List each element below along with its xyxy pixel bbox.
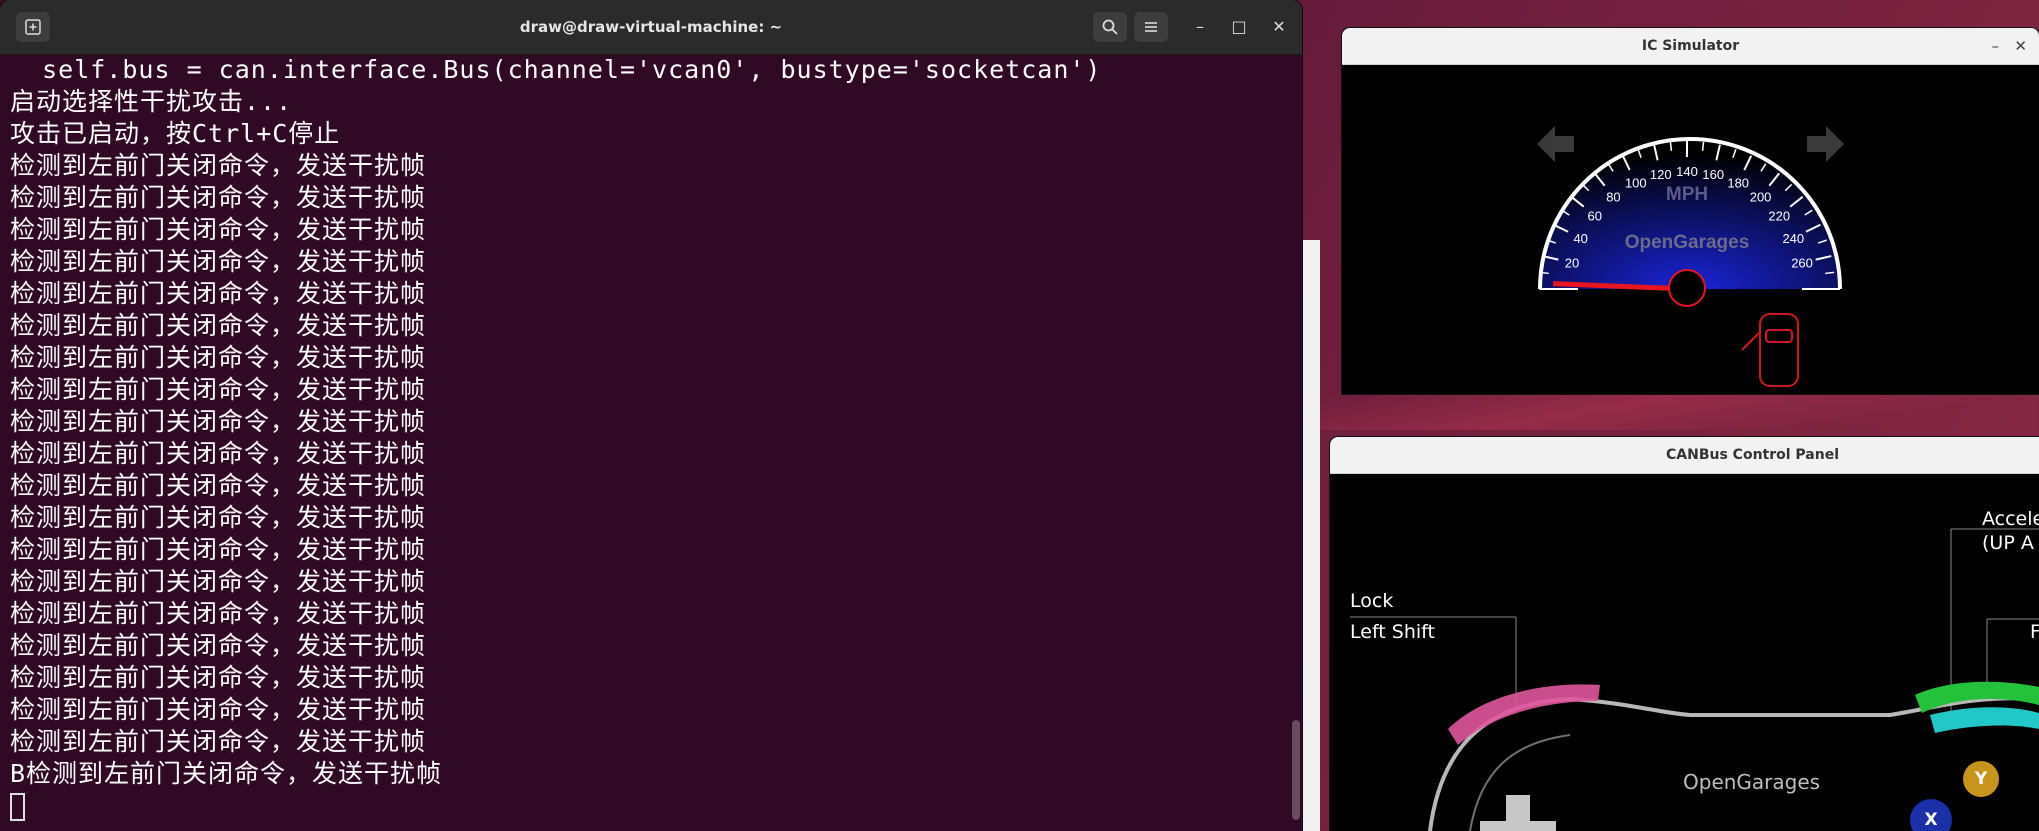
canbus-control-panel-window[interactable]: CANBus Control Panel Lock Left Shift Acc… xyxy=(1330,437,2039,831)
speed-tick-label: 60 xyxy=(1588,208,1602,223)
y-button-label: Y xyxy=(1974,769,1988,789)
terminal-line: 检测到左前门关闭命令，发送干扰帧 xyxy=(10,247,427,276)
terminal-output[interactable]: self.bus = can.interface.Bus(channel='vc… xyxy=(10,54,1288,831)
search-icon xyxy=(1102,19,1118,35)
minimize-icon: – xyxy=(1196,17,1204,36)
terminal-line: 检测到左前门关闭命令，发送干扰帧 xyxy=(10,471,427,500)
terminal-titlebar[interactable]: draw@draw-virtual-machine: ~ – □ ✕ xyxy=(0,0,1302,55)
menu-button[interactable] xyxy=(1134,12,1168,42)
right-turn-signal-icon xyxy=(1807,126,1844,162)
terminal-line: 检测到左前门关闭命令，发送干扰帧 xyxy=(10,439,427,468)
speed-tick-label: 120 xyxy=(1650,167,1672,182)
maximize-button[interactable]: □ xyxy=(1222,12,1256,42)
terminal-line: 检测到左前门关闭命令，发送干扰帧 xyxy=(10,279,427,308)
maximize-icon: □ xyxy=(1231,17,1247,36)
speed-tick xyxy=(1539,271,1549,275)
terminal-line: self.bus = can.interface.Bus(channel='vc… xyxy=(10,55,1102,84)
lock-label: Lock xyxy=(1350,590,1394,612)
terminal-line: 检测到左前门关闭命令，发送干扰帧 xyxy=(10,695,427,724)
ic-close-button[interactable]: ✕ xyxy=(2014,28,2027,64)
terminal-line: 检测到左前门关闭命令，发送干扰帧 xyxy=(10,407,427,436)
can-brand-label: OpenGarages xyxy=(1683,770,1821,794)
speed-tick-label: 180 xyxy=(1727,176,1749,191)
x-button-label: X xyxy=(1924,810,1938,830)
right-partial-label: F xyxy=(2030,621,2039,643)
terminal-line: 启动选择性干扰攻击... xyxy=(10,87,293,116)
close-icon: ✕ xyxy=(1272,17,1286,36)
terminal-prompt[interactable] xyxy=(10,790,1288,822)
can-title: CANBus Control Panel xyxy=(1666,447,1840,463)
speed-tick-label: 160 xyxy=(1702,167,1724,182)
needle-hub xyxy=(1668,269,1706,307)
speed-tick xyxy=(1701,141,1705,151)
speed-tick-label: 80 xyxy=(1606,190,1620,205)
y-button[interactable]: Y xyxy=(1963,761,1999,797)
terminal-line: 检测到左前门关闭命令，发送干扰帧 xyxy=(10,503,427,532)
terminal-line: 检测到左前门关闭命令，发送干扰帧 xyxy=(10,215,427,244)
ic-title: IC Simulator xyxy=(1641,38,1740,54)
dpad-icon xyxy=(1480,795,1556,831)
terminal-window[interactable]: draw@draw-virtual-machine: ~ – □ ✕ self.… xyxy=(0,0,1302,831)
speed-tick xyxy=(1825,271,1835,275)
terminal-line: 检测到左前门关闭命令，发送干扰帧 xyxy=(10,375,427,404)
terminal-line: 攻击已启动，按Ctrl+C停止 xyxy=(10,119,341,148)
speed-tick-label: 100 xyxy=(1625,176,1647,191)
terminal-line: 检测到左前门关闭命令，发送干扰帧 xyxy=(10,343,427,372)
accelerate-label: Accele xyxy=(1982,508,2039,530)
speed-tick-label: 240 xyxy=(1782,231,1804,246)
ic-simulator-window[interactable]: IC Simulator – ✕ 20 40 60 80 100 120 140 160 180… xyxy=(1342,28,2039,394)
search-button[interactable] xyxy=(1093,12,1127,42)
speed-tick-label: 220 xyxy=(1768,208,1790,223)
speed-tick-label: 140 xyxy=(1676,164,1698,179)
terminal-line: 检测到左前门关闭命令，发送干扰帧 xyxy=(10,151,427,180)
terminal-line: 检测到左前门关闭命令，发送干扰帧 xyxy=(10,631,427,660)
close-button[interactable]: ✕ xyxy=(1262,12,1296,42)
ic-brand-label: OpenGarages xyxy=(1625,232,1750,253)
terminal-scrollbar[interactable] xyxy=(1292,720,1300,820)
speed-tick-label: 20 xyxy=(1565,256,1579,271)
left-turn-signal-icon xyxy=(1537,126,1574,162)
terminal-line: 检测到左前门关闭命令，发送干扰帧 xyxy=(10,663,427,692)
terminal-line: 检测到左前门关闭命令，发送干扰帧 xyxy=(10,183,427,212)
terminal-line: 检测到左前门关闭命令，发送干扰帧 xyxy=(10,535,427,564)
terminal-line: B检测到左前门关闭命令，发送干扰帧 xyxy=(10,759,443,788)
speed-tick-label: 40 xyxy=(1573,231,1587,246)
ic-titlebar[interactable]: IC Simulator – ✕ xyxy=(1342,28,2039,65)
speed-tick-label: 260 xyxy=(1791,256,1813,271)
can-titlebar[interactable]: CANBus Control Panel xyxy=(1330,437,2039,474)
speed-unit: MPH xyxy=(1666,184,1708,205)
terminal-line: 检测到左前门关闭命令，发送干扰帧 xyxy=(10,567,427,596)
cursor xyxy=(10,793,25,821)
terminal-line: 检测到左前门关闭命令，发送干扰帧 xyxy=(10,727,427,756)
wallpaper-streak xyxy=(1302,240,1320,831)
car-door-status-icon xyxy=(1741,313,1799,387)
left-shift-label: Left Shift xyxy=(1350,621,1435,643)
speed-tick-label: 200 xyxy=(1750,190,1772,205)
hamburger-icon xyxy=(1145,22,1157,32)
speed-tick xyxy=(1669,141,1673,151)
instrument-cluster: 20406080100120 140 160180200220240260 MPH … xyxy=(1537,126,1844,387)
terminal-line: 检测到左前门关闭命令，发送干扰帧 xyxy=(10,311,427,340)
terminal-line: 检测到左前门关闭命令，发送干扰帧 xyxy=(10,599,427,628)
right-bumper-cyan xyxy=(1930,707,2039,733)
accelerate-sub-label: (UP A xyxy=(1982,532,2034,554)
minimize-button[interactable]: – xyxy=(1183,12,1217,42)
ic-minimize-button[interactable]: – xyxy=(1992,28,2000,64)
